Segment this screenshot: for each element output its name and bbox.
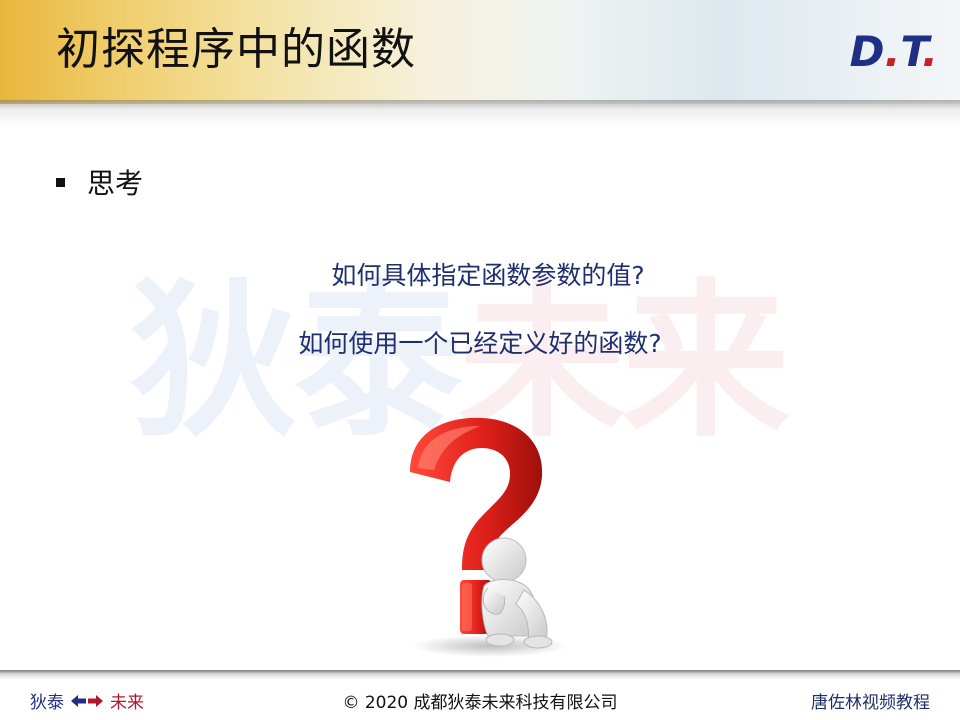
bullet-item: 思考	[56, 162, 143, 202]
dt-logo: D.T.	[849, 27, 938, 76]
bullet-text: 思考	[87, 167, 144, 200]
footer-course: 唐佐林视频教程	[811, 693, 930, 713]
slide-title: 初探程序中的函数	[56, 24, 416, 75]
question-mark-thinking-person-icon	[410, 417, 568, 657]
header-shadow	[0, 100, 960, 126]
question-2: 如何使用一个已经定义好的函数?	[298, 329, 662, 358]
square-bullet-icon	[56, 177, 65, 187]
footer-divider	[0, 670, 960, 680]
question-1: 如何具体指定函数参数的值?	[331, 261, 645, 290]
